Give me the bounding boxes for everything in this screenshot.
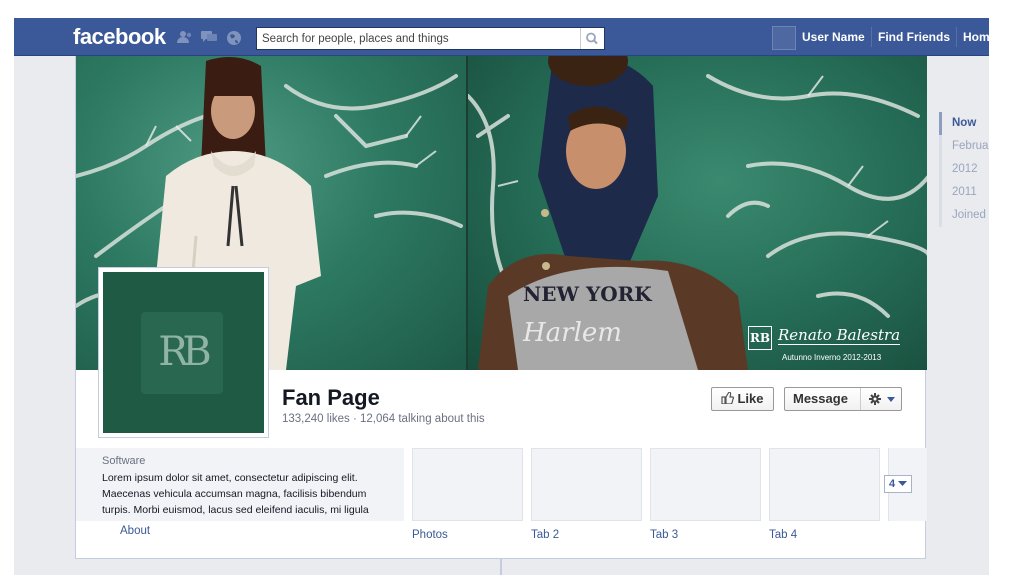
boy-model-illustration: NEW YORK Harlem (478, 56, 748, 370)
nav-separator (956, 27, 957, 47)
profile-picture[interactable]: RB (98, 267, 269, 438)
timeline-item-2012[interactable]: 2012 (939, 158, 989, 181)
brand-name: Renato Balestra (778, 326, 901, 345)
tab-4[interactable] (769, 448, 880, 521)
more-tabs-button[interactable]: 4 (884, 475, 912, 493)
find-friends-link[interactable]: Find Friends (878, 30, 950, 44)
shirt-print-text: NEW YORK (523, 282, 652, 306)
cover-right-image: NEW YORK Harlem (466, 56, 927, 370)
more-tabs-count: 4 (889, 478, 896, 490)
search-button[interactable] (580, 28, 604, 49)
home-link[interactable]: Home (963, 30, 989, 44)
brand-subtitle: Autunno Inverno 2012-2013 (782, 353, 882, 362)
timeline-spine (500, 559, 502, 575)
search-input[interactable] (257, 28, 580, 49)
page-title: Fan Page (282, 385, 380, 410)
tab-photos[interactable] (412, 448, 523, 521)
about-description: Lorem ipsum dolor sit amet, consectetur … (102, 472, 369, 521)
tab-label-4[interactable]: Tab 4 (769, 529, 797, 541)
tab-label-2[interactable]: Tab 2 (531, 529, 559, 541)
message-button[interactable]: Message (784, 387, 902, 411)
about-link[interactable]: About (120, 525, 150, 537)
timeline-nav: Now February 2012 2011 Joined Facebook (939, 112, 989, 227)
friend-requests-icon[interactable] (177, 30, 193, 44)
thumbs-up-icon (721, 391, 735, 405)
search-box (256, 27, 605, 50)
brand-logo: RB Renato Balestra Autunno Inverno 2012-… (748, 324, 908, 366)
gear-icon (869, 393, 895, 405)
tab-3[interactable] (650, 448, 761, 521)
timeline-item-now[interactable]: Now (939, 112, 989, 135)
facebook-topbar: facebook User Name Find Friends Home (14, 18, 989, 56)
about-box[interactable]: Software Lorem ipsum dolor sit amet, con… (76, 448, 404, 521)
tab-label-photos[interactable]: Photos (412, 529, 448, 541)
timeline-item-joined[interactable]: Joined Facebook (939, 204, 989, 227)
nav-separator (871, 27, 872, 47)
fan-page: NEW YORK Harlem RB Renato Balestra Autun… (75, 56, 927, 559)
browser-frame: facebook User Name Find Friends Home (14, 18, 989, 575)
timeline-item-february[interactable]: February (939, 135, 989, 158)
brand-mark: RB (748, 326, 772, 350)
tab-2[interactable] (531, 448, 642, 521)
user-name-link[interactable]: User Name (802, 30, 865, 44)
tab-label-3[interactable]: Tab 3 (650, 529, 678, 541)
rb-logo-mark: RB (141, 312, 223, 394)
search-icon (586, 32, 598, 45)
shirt-print-script: Harlem (522, 318, 622, 348)
settings-dropdown[interactable] (866, 388, 902, 417)
chevron-down-icon (898, 481, 907, 486)
profile-picture-image: RB (103, 272, 264, 433)
facebook-logo[interactable]: facebook (73, 24, 166, 50)
messages-icon[interactable] (201, 30, 217, 44)
like-label: Like (737, 391, 764, 406)
page-category: Software (102, 455, 146, 467)
notifications-globe-icon[interactable] (226, 30, 242, 45)
like-button[interactable]: Like (711, 387, 774, 411)
button-divider (860, 388, 861, 410)
message-label: Message (793, 391, 848, 406)
page-stats: 133,240 likes · 12,064 talking about thi… (282, 413, 485, 425)
user-avatar[interactable] (772, 26, 796, 50)
timeline-item-2011[interactable]: 2011 (939, 181, 989, 204)
